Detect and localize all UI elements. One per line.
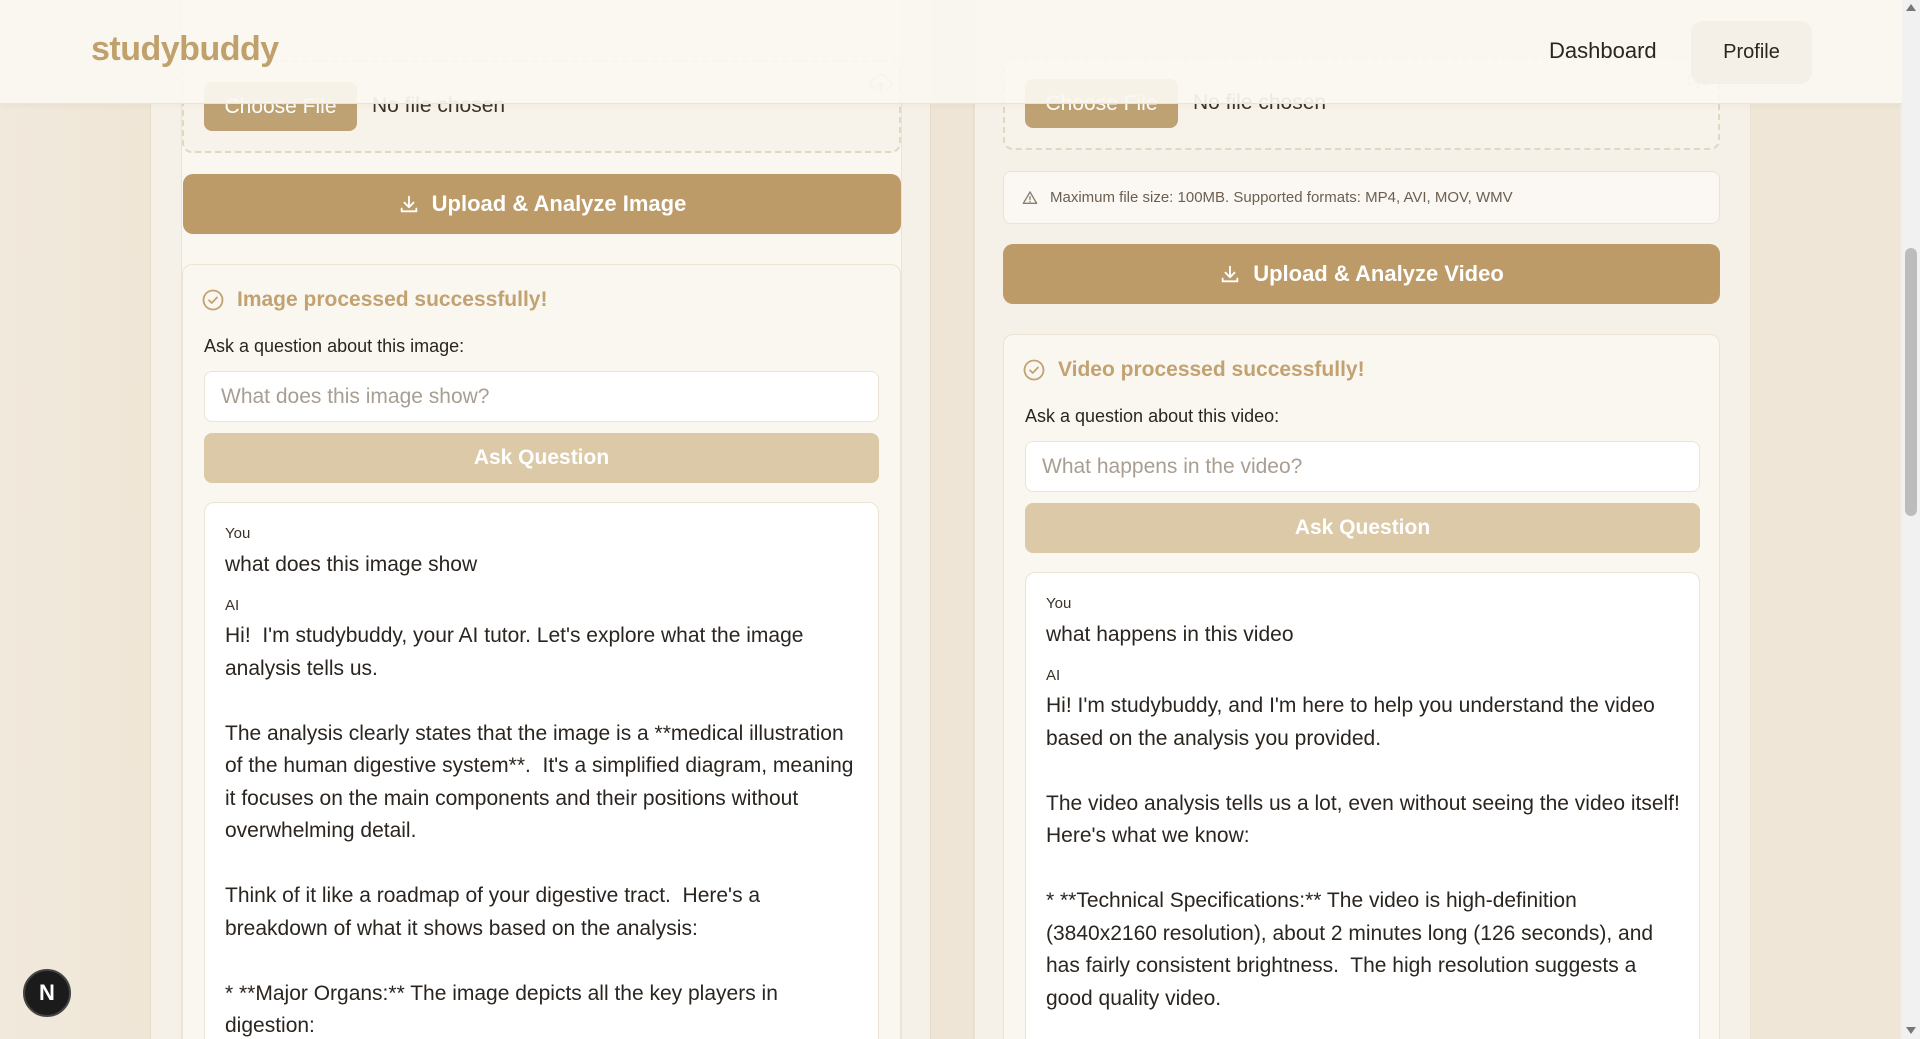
upload-analyze-image-button[interactable]: Upload & Analyze Image: [183, 174, 901, 234]
video-chat-ai-role: AI: [1046, 667, 1061, 684]
download-icon: [1221, 265, 1239, 283]
page-background-right: [1750, 0, 1900, 1039]
check-circle-icon: [202, 289, 224, 311]
video-ask-question-button[interactable]: Ask Question: [1025, 503, 1700, 553]
video-file-limit-note: Maximum file size: 100MB. Supported form…: [1003, 171, 1720, 224]
video-success-text: Video processed successfully!: [1058, 358, 1365, 381]
video-file-limit-text: Maximum file size: 100MB. Supported form…: [1050, 189, 1513, 206]
video-ask-label: Ask a question about this video:: [1025, 406, 1280, 426]
page-background-left: [0, 0, 150, 1039]
video-chat-user-role: You: [1046, 595, 1072, 612]
video-analysis-panel: Choose File No file chosen Maximum file …: [973, 0, 1751, 1039]
image-success-message: Image processed successfully!: [201, 288, 547, 312]
image-question-input[interactable]: [204, 371, 879, 422]
nav-profile-link[interactable]: Profile: [1691, 21, 1812, 84]
image-chat-ai-role: AI: [225, 597, 240, 614]
scroll-down-arrow-icon[interactable]: [1906, 1027, 1916, 1034]
upload-analyze-video-label: Upload & Analyze Video: [1253, 261, 1504, 286]
vertical-scrollbar-track[interactable]: [1902, 0, 1920, 1039]
image-chat-log: You what does this image show AI Hi! I'm…: [204, 502, 879, 1039]
image-chat-ai-message: Hi! I'm studybuddy, your AI tutor. Let's…: [225, 624, 854, 1037]
image-success-text: Image processed successfully!: [237, 288, 548, 311]
nav-dashboard-link[interactable]: Dashboard: [1549, 38, 1657, 64]
video-chat-ai-message: Hi! I'm studybuddy, and I'm here to help…: [1046, 694, 1680, 1010]
image-ask-question-button[interactable]: Ask Question: [204, 433, 879, 483]
scroll-up-arrow-icon[interactable]: [1906, 4, 1916, 11]
video-success-message: Video processed successfully!: [1022, 358, 1365, 382]
image-analysis-panel: Choose File No file chosen Upload & Anal…: [150, 0, 931, 1039]
warning-icon: [1022, 190, 1038, 204]
studybuddy-logo[interactable]: studybuddy: [91, 30, 279, 69]
video-chat-log: You what happens in this video AI Hi! I'…: [1025, 572, 1700, 1039]
image-result-card: Image processed successfully! Ask a ques…: [182, 264, 901, 1039]
check-circle-icon: [1023, 359, 1045, 381]
page-background-gutter: [931, 0, 973, 1039]
upload-analyze-video-button[interactable]: Upload & Analyze Video: [1003, 244, 1720, 304]
top-navigation-bar: studybuddy Dashboard Profile: [0, 0, 1902, 104]
video-question-input[interactable]: [1025, 441, 1700, 492]
video-result-card: Video processed successfully! Ask a ques…: [1003, 334, 1720, 1039]
vertical-scrollbar-thumb[interactable]: [1905, 248, 1917, 516]
image-chat-user-role: You: [225, 525, 251, 542]
nextjs-dev-badge[interactable]: N: [23, 969, 71, 1017]
image-ask-label: Ask a question about this image:: [204, 336, 465, 356]
upload-analyze-image-label: Upload & Analyze Image: [431, 191, 687, 216]
download-icon: [400, 195, 417, 213]
video-chat-user-message: what happens in this video: [1046, 623, 1294, 646]
image-chat-user-message: what does this image show: [225, 553, 478, 576]
